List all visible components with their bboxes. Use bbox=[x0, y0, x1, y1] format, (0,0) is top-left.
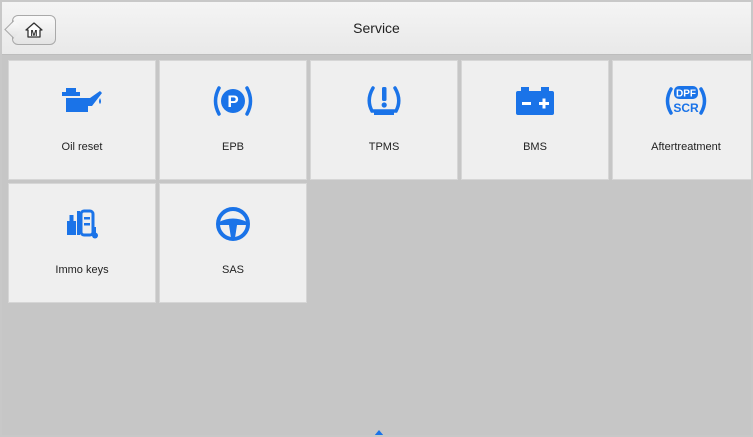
tile-epb[interactable]: P EPB bbox=[159, 60, 307, 180]
service-grid: Oil reset P EPB TPMS BMS DPF SCR Aftertr… bbox=[8, 60, 751, 303]
tile-aftertreatment[interactable]: DPF SCR Aftertreatment bbox=[612, 60, 751, 180]
page-indicator-caret bbox=[374, 430, 384, 435]
dpf-text: DPF bbox=[676, 89, 696, 100]
tile-label: EPB bbox=[221, 141, 244, 153]
epb-icon-text: P bbox=[227, 92, 238, 111]
dpf-scr-icon: DPF SCR bbox=[662, 83, 710, 119]
tile-sas[interactable]: SAS bbox=[159, 183, 307, 303]
tile-tpms[interactable]: TPMS bbox=[310, 60, 458, 180]
app-window: M Service Oil reset P EPB TPMS BMS DPF S… bbox=[2, 2, 751, 435]
tile-label: SAS bbox=[221, 264, 244, 276]
tile-label: Oil reset bbox=[61, 141, 103, 153]
tile-bms[interactable]: BMS bbox=[461, 60, 609, 180]
tile-immo-keys[interactable]: Immo keys bbox=[8, 183, 156, 303]
parking-brake-icon: P bbox=[211, 83, 255, 119]
scr-text: SCR bbox=[673, 101, 699, 115]
tile-label: BMS bbox=[523, 141, 547, 153]
page-title: Service bbox=[353, 20, 400, 36]
battery-icon bbox=[513, 83, 557, 119]
tile-label: Aftertreatment bbox=[651, 141, 721, 153]
tile-oil-reset[interactable]: Oil reset bbox=[8, 60, 156, 180]
oil-can-icon bbox=[60, 83, 104, 119]
steering-wheel-icon bbox=[213, 206, 253, 242]
tile-label: TPMS bbox=[368, 141, 400, 153]
title-bar: M Service bbox=[2, 2, 751, 55]
tile-label: Immo keys bbox=[55, 264, 109, 276]
immobilizer-key-icon bbox=[62, 206, 102, 242]
tire-pressure-icon bbox=[364, 83, 404, 119]
